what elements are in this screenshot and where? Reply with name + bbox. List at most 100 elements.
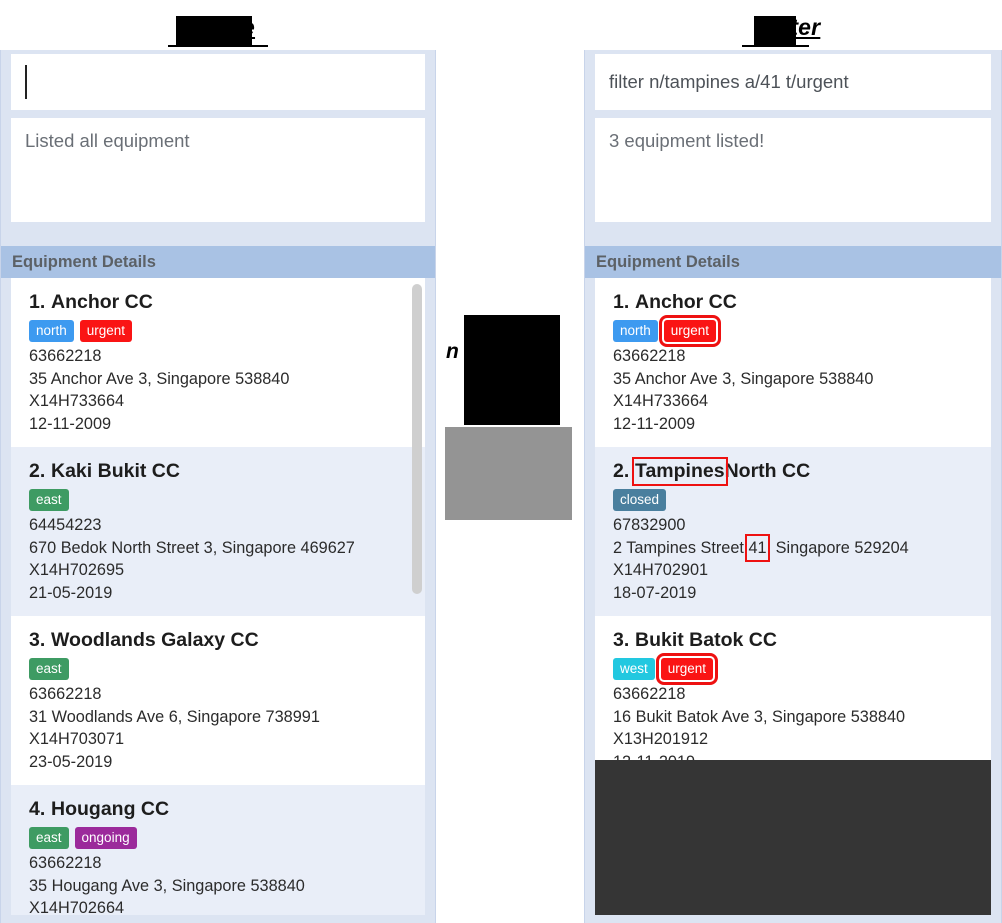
screenshot-root: Before Listed all equipment Equipment De… <box>0 0 1002 923</box>
equipment-phone: 64454223 <box>29 516 102 534</box>
equipment-name-match-highlight: Tampines <box>632 457 728 486</box>
tag-region: east <box>29 658 69 680</box>
text-caret-icon <box>25 65 27 99</box>
after-equipment-list[interactable]: 1. Anchor CC north urgent 63662218 35 Anch… <box>595 278 991 915</box>
tag-row: east <box>29 658 411 680</box>
equipment-address: 2 Tampines Street 41, Singapore 529204 <box>613 533 977 562</box>
equipment-index: 2. <box>29 460 46 482</box>
equipment-address: 35 Anchor Ave 3, Singapore 538840 <box>613 369 874 388</box>
before-app-body: Listed all equipment Equipment Details 1… <box>0 50 436 923</box>
equipment-serial: X14H703071 <box>29 730 125 748</box>
after-title-redaction <box>754 16 796 46</box>
before-command-input[interactable] <box>11 54 425 110</box>
equipment-name: Hougang CC <box>51 798 170 820</box>
tag-region: east <box>29 827 69 849</box>
equipment-title: 2. Kaki Bukit CC <box>29 460 411 483</box>
equipment-index: 1. <box>29 291 46 313</box>
equipment-phone: 63662218 <box>29 685 102 703</box>
equipment-title: 1. Anchor CC <box>29 291 411 314</box>
address-match-highlight: 41 <box>745 533 770 562</box>
tag-status: ongoing <box>74 827 137 849</box>
equipment-name: Anchor CC <box>635 291 737 313</box>
list-scrollbar[interactable] <box>409 278 425 915</box>
list-item[interactable]: 4. Hougang CC east ongoing 63662218 35 Hou… <box>11 785 425 915</box>
equipment-address: 31 Woodlands Ave 6, Singapore 738991 <box>29 707 320 726</box>
equipment-address: 16 Bukit Batok Ave 3, Singapore 538840 <box>613 707 906 726</box>
center-redaction-gray <box>445 427 572 520</box>
equipment-name: Kaki Bukit CC <box>51 460 180 482</box>
address-suffix: , Singapore 529204 <box>766 538 909 557</box>
after-details-strip: Equipment Details <box>585 246 1001 278</box>
equipment-phone: 63662218 <box>613 347 686 365</box>
equipment-address: 35 Hougang Ave 3, Singapore 538840 <box>29 876 305 895</box>
before-result-box: Listed all equipment <box>11 118 425 222</box>
before-result-message: Listed all equipment <box>25 130 190 151</box>
equipment-name: Bukit Batok CC <box>635 629 777 651</box>
equipment-serial: X14H702664 <box>29 899 125 915</box>
tag-row: north urgent <box>29 320 411 342</box>
before-equipment-list[interactable]: 1. Anchor CC north urgent 63662218 35 Anch… <box>11 278 425 915</box>
before-details-header: Equipment Details <box>12 252 156 271</box>
equipment-index: 1. <box>613 291 630 313</box>
scrollbar-thumb[interactable] <box>412 284 422 594</box>
list-item[interactable]: 1. Anchor CC north urgent 63662218 35 Anch… <box>595 278 991 447</box>
equipment-title: 4. Hougang CC <box>29 798 411 821</box>
after-details-header: Equipment Details <box>596 252 740 271</box>
equipment-phone: 63662218 <box>29 854 102 872</box>
list-item[interactable]: 3. Woodlands Galaxy CC east 63662218 31 W… <box>11 616 425 785</box>
equipment-serial: X13H201912 <box>613 730 709 748</box>
tag-status: closed <box>613 489 667 511</box>
equipment-title: 3. Bukit Batok CC <box>613 629 977 652</box>
equipment-serial: X14H733664 <box>613 392 709 410</box>
equipment-index: 3. <box>29 629 46 651</box>
equipment-name-rest: North CC <box>724 460 811 482</box>
panel-before: Before Listed all equipment Equipment De… <box>0 0 436 923</box>
tag-row: closed <box>613 489 977 511</box>
equipment-serial: X14H733664 <box>29 392 125 410</box>
tag-row: west urgent <box>613 653 977 685</box>
equipment-name: Anchor CC <box>51 291 153 313</box>
after-title-underline <box>742 45 809 47</box>
address-prefix: 2 Tampines Street <box>613 538 749 557</box>
tag-row: east ongoing <box>29 827 411 849</box>
center-annotation-start: n <box>446 340 459 363</box>
equipment-address: 35 Anchor Ave 3, Singapore 538840 <box>29 369 290 388</box>
list-item[interactable]: 2. Tampines North CC closed 67832900 2 Ta… <box>595 447 991 616</box>
equipment-serial: X14H702901 <box>613 561 709 579</box>
tag-status-highlighted: urgent <box>655 653 719 685</box>
panel-after: After filter n/tampines a/41 t/urgent 3 … <box>584 0 1002 923</box>
after-command-input[interactable]: filter n/tampines a/41 t/urgent <box>595 54 991 110</box>
equipment-date: 18-07-2019 <box>613 583 697 602</box>
equipment-title: 2. Tampines North CC <box>613 457 977 486</box>
equipment-title: 3. Woodlands Galaxy CC <box>29 629 411 652</box>
equipment-index: 3. <box>613 629 630 651</box>
list-item[interactable]: 1. Anchor CC north urgent 63662218 35 Anch… <box>11 278 425 447</box>
equipment-serial: X14H702695 <box>29 561 125 579</box>
equipment-index: 4. <box>29 798 46 820</box>
equipment-name: Woodlands Galaxy CC <box>51 629 259 651</box>
equipment-address: 670 Bedok North Street 3, Singapore 4696… <box>29 538 355 557</box>
tag-region: west <box>613 658 655 680</box>
center-redaction-black <box>464 315 560 425</box>
equipment-date: 12-11-2009 <box>29 414 112 433</box>
tag-region: east <box>29 489 69 511</box>
equipment-phone: 63662218 <box>613 685 686 703</box>
tag-row: east <box>29 489 411 511</box>
equipment-date: 23-05-2019 <box>29 752 113 771</box>
tag-status: urgent <box>79 320 133 342</box>
after-result-box: 3 equipment listed! <box>595 118 991 222</box>
before-title-underline <box>168 45 268 47</box>
empty-list-area <box>595 760 991 915</box>
before-details-strip: Equipment Details <box>1 246 435 278</box>
before-title-redaction <box>176 16 252 46</box>
equipment-phone: 67832900 <box>613 516 686 534</box>
equipment-index: 2. <box>613 460 630 482</box>
tag-status-highlighted: urgent <box>658 315 722 347</box>
tag-region: north <box>613 320 658 342</box>
after-app-body: filter n/tampines a/41 t/urgent 3 equipm… <box>584 50 1002 923</box>
tag-region: north <box>29 320 74 342</box>
list-item[interactable]: 2. Kaki Bukit CC east 64454223 670 Bedok … <box>11 447 425 616</box>
tag-row: north urgent <box>613 315 977 347</box>
after-result-message: 3 equipment listed! <box>609 130 765 151</box>
after-command-value: filter n/tampines a/41 t/urgent <box>609 71 849 92</box>
